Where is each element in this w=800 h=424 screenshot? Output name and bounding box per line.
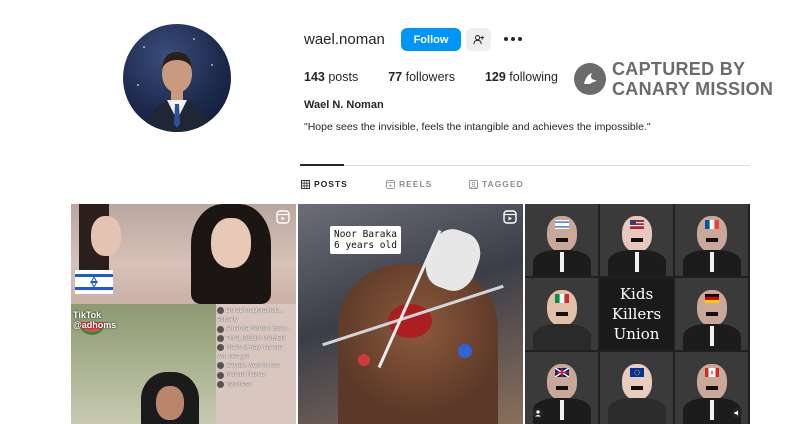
post-2-electrode: [358, 354, 370, 366]
profile-bio: "Hope sees the invisible, feels the inta…: [304, 121, 651, 133]
tab-reels-label: REELS: [399, 179, 433, 189]
profile-stats: 143 posts 77 followers 129 following: [304, 70, 588, 84]
post-2-figure: [338, 264, 498, 424]
reels-icon: [386, 179, 395, 189]
portrait-cell: [525, 204, 598, 276]
watermark: CAPTURED BY CANARY MISSION: [574, 59, 773, 99]
following-label: following: [509, 70, 558, 84]
tab-reels[interactable]: REELS: [386, 179, 432, 189]
posts-stat: 143 posts: [304, 70, 358, 84]
live-comments: DoraDoraDoratheE... actually Amanda Nort…: [217, 306, 296, 424]
watermark-line-1: CAPTURED BY: [612, 59, 746, 79]
profile-avatar[interactable]: [123, 24, 231, 132]
suggested-users-button[interactable]: [466, 28, 491, 51]
reel-indicator-icon: [276, 210, 290, 224]
post-tile-2[interactable]: Noor Baraka 6 years old: [298, 204, 523, 424]
comment-line: Tsochess: [217, 380, 296, 389]
center-line-2: Killers: [611, 305, 662, 323]
post-3-center-text: Kids Killers Union: [600, 278, 673, 350]
comment-line: THALISSON GAMER: [217, 334, 296, 343]
portrait-cell: [675, 204, 748, 276]
tagged-icon: [469, 179, 478, 189]
tiktok-label: TikTok: [73, 310, 102, 320]
comment-line: Manan Nawaz: [217, 370, 296, 379]
israel-flag-icon: [75, 270, 113, 294]
post-tile-1[interactable]: TikTok @adhoms DoraDoraDoratheE... actua…: [71, 204, 296, 424]
more-options-icon: [504, 37, 522, 41]
post-2-electrode: [458, 344, 472, 358]
portrait-cell: [600, 204, 673, 276]
comment-line: Rae's & Ray: lay are: [217, 343, 296, 352]
tabs-divider: [300, 165, 750, 166]
tagged-user-icon: [533, 408, 543, 418]
more-options-button[interactable]: [502, 28, 524, 50]
grid-icon: [301, 179, 310, 189]
watermark-line-2: CANARY MISSION: [612, 79, 774, 99]
tiktok-overlay: TikTok @adhoms: [73, 310, 116, 330]
tiktok-handle: @adhoms: [73, 320, 117, 330]
tab-tagged[interactable]: TAGGED: [469, 179, 524, 189]
posts-count: 143: [304, 70, 325, 84]
center-line-1: Kids: [619, 285, 654, 303]
caption-age: 6 years old: [334, 240, 397, 251]
post-tile-3[interactable]: Kids Killers Union: [525, 204, 750, 424]
canary-logo-icon: [574, 63, 606, 95]
center-line-3: Union: [613, 325, 660, 343]
post-1-face-right: [211, 218, 251, 268]
posts-label: posts: [328, 70, 359, 84]
add-user-icon: [473, 35, 484, 45]
comment-line: Amanda Norton: Excu...: [217, 324, 296, 333]
tab-posts[interactable]: POSTS: [301, 179, 348, 189]
post-1-face-left: [91, 216, 121, 256]
muted-audio-icon[interactable]: [732, 408, 742, 418]
comment-line: you see girl: [217, 353, 249, 361]
following-stat[interactable]: 129 following: [485, 70, 558, 84]
following-count: 129: [484, 70, 506, 84]
caption-name: Noor Baraka: [334, 229, 397, 240]
follow-button[interactable]: Follow: [401, 28, 461, 51]
followers-count: 77: [388, 70, 403, 84]
portrait-cell: [525, 278, 598, 350]
reel-indicator-icon: [503, 210, 517, 224]
followers-label: followers: [405, 70, 455, 84]
profile-full-name: Wael N. Noman: [304, 99, 384, 111]
comment-line: ZAyeD: were is tsra: [217, 361, 296, 370]
portrait-cell: [675, 278, 748, 350]
followers-stat[interactable]: 77 followers: [388, 70, 455, 84]
tab-tagged-label: TAGGED: [482, 179, 524, 189]
active-tab-indicator: [300, 164, 344, 166]
profile-username: wael.noman: [304, 31, 385, 48]
post-2-caption: Noor Baraka 6 years old: [330, 226, 401, 254]
tab-posts-label: POSTS: [314, 179, 348, 189]
post-1-person-face: [156, 386, 184, 420]
comment-line: actually: [217, 316, 238, 324]
comment-line: DoraDoraDoratheE...: [217, 306, 296, 315]
portrait-cell: [600, 352, 673, 424]
